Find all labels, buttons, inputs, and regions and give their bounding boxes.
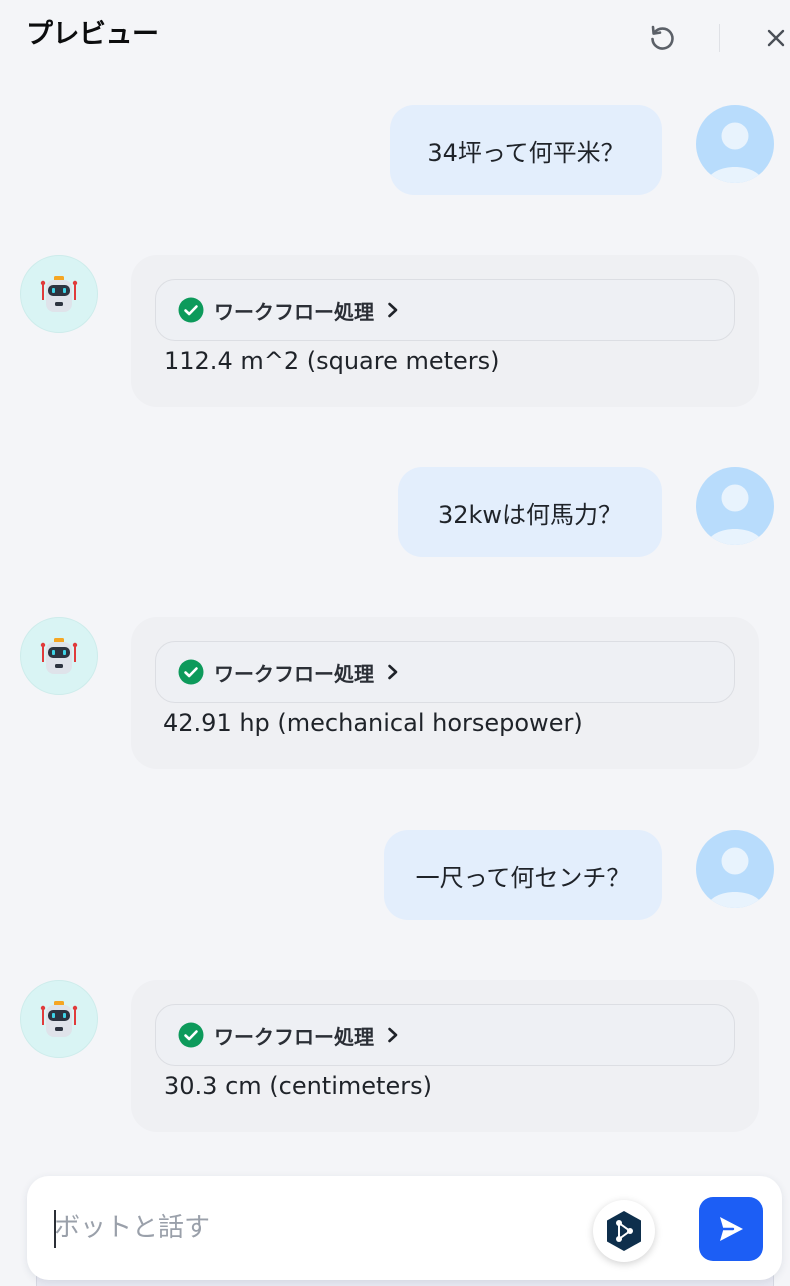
user-message-text: 34坪って何平米？: [427, 138, 625, 167]
workflow-status-toggle[interactable]: ワークフロー処理: [155, 641, 735, 703]
bot-bubble: ワークフロー処理 112.4 m^2 (square meters): [131, 255, 759, 407]
user-avatar-icon: [706, 847, 764, 908]
check-circle-icon: [178, 659, 204, 685]
workflow-plugin-icon: [607, 1211, 641, 1251]
user-avatar: [696, 830, 774, 908]
bot-answer: 30.3 cm (centimeters): [164, 1072, 432, 1100]
send-button[interactable]: [699, 1197, 763, 1261]
user-message-text: 一尺って何センチ？: [415, 863, 631, 892]
chat-composer: [27, 1176, 782, 1280]
user-avatar-icon: [706, 484, 764, 545]
robot-icon: [40, 638, 78, 674]
check-circle-icon: [178, 1022, 204, 1048]
bot-avatar: [20, 980, 98, 1058]
user-avatar-icon: [706, 122, 764, 183]
robot-icon: [40, 276, 78, 312]
reset-button[interactable]: [644, 20, 680, 56]
reset-icon: [651, 25, 674, 50]
chevron-right-icon: [386, 1026, 400, 1044]
workflow-label: ワークフロー処理: [214, 299, 374, 324]
user-avatar: [696, 105, 774, 183]
bot-bubble: ワークフロー処理 30.3 cm (centimeters): [131, 980, 759, 1132]
chat-input[interactable]: [54, 1206, 574, 1250]
workflow-label: ワークフロー処理: [214, 1024, 374, 1049]
workflow-status-toggle[interactable]: ワークフロー処理: [155, 1004, 735, 1066]
chevron-right-icon: [386, 301, 400, 319]
preview-header: プレビュー: [0, 0, 790, 72]
header-divider: [719, 24, 720, 52]
send-icon: [720, 1217, 743, 1241]
check-circle-icon: [178, 297, 204, 323]
robot-icon: [40, 1001, 78, 1037]
bot-avatar: [20, 617, 98, 695]
text-caret: [54, 1210, 56, 1248]
user-message-text: 32kwは何馬力？: [437, 500, 623, 529]
bot-answer: 112.4 m^2 (square meters): [164, 347, 500, 375]
user-bubble: 一尺って何センチ？: [384, 830, 662, 920]
close-icon: [767, 29, 785, 47]
user-bubble: 32kwは何馬力？: [398, 467, 662, 557]
user-avatar: [696, 467, 774, 545]
workflow-plugin-button[interactable]: [593, 1200, 655, 1262]
bot-avatar: [20, 255, 98, 333]
close-button[interactable]: [758, 20, 790, 56]
page-title: プレビュー: [26, 19, 159, 50]
bot-answer: 42.91 hp (mechanical horsepower): [163, 709, 583, 737]
workflow-status-toggle[interactable]: ワークフロー処理: [155, 279, 735, 341]
chevron-right-icon: [386, 663, 400, 681]
workflow-label: ワークフロー処理: [214, 661, 374, 686]
user-bubble: 34坪って何平米？: [390, 105, 662, 195]
bot-bubble: ワークフロー処理 42.91 hp (mechanical horsepower…: [131, 617, 759, 769]
